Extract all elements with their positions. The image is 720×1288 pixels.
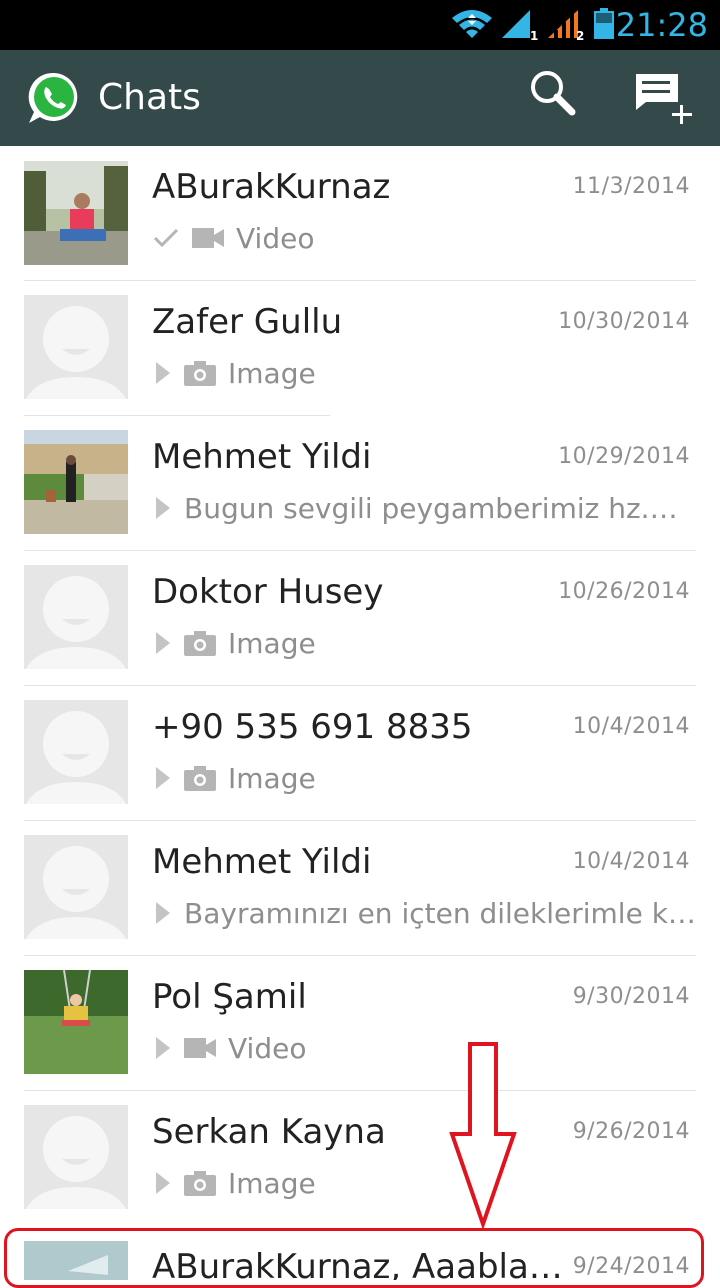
camera-icon: [184, 1170, 216, 1196]
preview-text: Image: [228, 1166, 316, 1200]
play-icon: [152, 360, 172, 386]
chat-row[interactable]: Mehmet Yildi 10/29/2014 Bugun sevgili pe…: [0, 416, 720, 551]
camera-icon: [184, 630, 216, 656]
preview-text: Video: [228, 1031, 307, 1065]
chat-row[interactable]: Zafer Gullu 10/30/2014 Image: [0, 281, 720, 416]
chat-name: Mehmet Yildi: [152, 437, 372, 477]
svg-text:1: 1: [530, 29, 538, 42]
play-icon: [152, 765, 172, 791]
chat-preview: Image: [152, 623, 316, 663]
chat-date: 10/4/2014: [572, 714, 690, 739]
avatar[interactable]: [24, 430, 128, 534]
avatar[interactable]: [24, 700, 128, 804]
chat-name: Doktor Husey: [152, 572, 384, 612]
chat-row[interactable]: Serkan Kayna 9/26/2014 Image: [0, 1091, 720, 1226]
chat-date: 10/4/2014: [572, 849, 690, 874]
chat-row[interactable]: Mehmet Yildi 10/4/2014 Bayramınızı en iç…: [0, 821, 720, 956]
chat-name: Serkan Kayna: [152, 1112, 386, 1152]
whatsapp-logo-icon[interactable]: [26, 70, 82, 131]
play-icon: [152, 1170, 172, 1196]
chat-name: Pol Şamil: [152, 977, 307, 1017]
video-icon: [184, 1037, 216, 1059]
preview-text: Image: [228, 356, 316, 390]
chat-preview: Video: [152, 218, 314, 258]
app-bar: Chats: [0, 50, 720, 146]
chat-date: 9/24/2014: [572, 1254, 690, 1279]
chat-date: 11/3/2014: [572, 174, 690, 199]
group-avatar[interactable]: [24, 1241, 128, 1280]
chat-row[interactable]: Pol Şamil 9/30/2014 Video: [0, 956, 720, 1091]
avatar[interactable]: [24, 295, 128, 399]
preview-text: Bayramınızı en içten dileklerimle k…: [184, 896, 696, 930]
play-icon: [152, 630, 172, 656]
chat-name: Mehmet Yildi: [152, 842, 372, 882]
chat-preview: Bayramınızı en içten dileklerimle k…: [152, 893, 696, 933]
chat-preview: Video: [152, 1028, 306, 1068]
chat-date: 10/30/2014: [558, 309, 690, 334]
avatar[interactable]: [24, 161, 128, 265]
video-icon: [192, 227, 224, 249]
avatar[interactable]: [24, 970, 128, 1074]
chat-name: +90 535 691 8835: [152, 707, 473, 747]
check-icon: [152, 226, 180, 250]
status-bar: 1 2 21:28: [0, 0, 720, 50]
play-icon: [152, 900, 172, 926]
chat-preview: Bugun sevgili peygamberimiz hz.…: [152, 488, 678, 528]
battery-icon: [593, 8, 615, 45]
chat-row[interactable]: ABurakKurnaz 11/3/2014 Video: [0, 146, 720, 281]
chat-date: 9/30/2014: [572, 984, 690, 1009]
chat-name: Zafer Gullu: [152, 302, 343, 342]
avatar[interactable]: [24, 835, 128, 939]
preview-text: Video: [236, 221, 315, 255]
chat-name: ABurakKurnaz, Aaabla…: [152, 1247, 563, 1280]
chat-row[interactable]: +90 535 691 8835 10/4/2014 Image: [0, 686, 720, 821]
camera-icon: [184, 765, 216, 791]
search-icon[interactable]: [528, 68, 578, 123]
new-chat-icon[interactable]: [632, 68, 696, 131]
play-icon: [152, 1035, 172, 1061]
preview-text: Image: [228, 761, 316, 795]
play-icon: [152, 495, 172, 521]
status-time: 21:28: [615, 6, 708, 44]
camera-icon: [184, 360, 216, 386]
wifi-icon: [450, 8, 494, 45]
chat-date: 10/29/2014: [558, 444, 690, 469]
chat-preview: Image: [152, 758, 316, 798]
signal-sim1-icon: 1: [500, 8, 538, 47]
chat-date: 9/26/2014: [572, 1119, 690, 1144]
page-title: Chats: [98, 77, 201, 118]
svg-text:2: 2: [576, 29, 584, 42]
chat-row[interactable]: ABurakKurnaz, Aaabla… 9/24/2014: [0, 1226, 720, 1280]
chat-date: 10/26/2014: [558, 579, 690, 604]
avatar[interactable]: [24, 565, 128, 669]
chat-preview: Image: [152, 353, 316, 393]
chat-preview: Image: [152, 1163, 316, 1203]
preview-text: Bugun sevgili peygamberimiz hz.…: [184, 491, 678, 525]
chat-row[interactable]: Doktor Husey 10/26/2014 Image: [0, 551, 720, 686]
chat-name: ABurakKurnaz: [152, 167, 391, 207]
avatar[interactable]: [24, 1105, 128, 1209]
signal-sim2-icon: 2: [546, 8, 586, 47]
preview-text: Image: [228, 626, 316, 660]
